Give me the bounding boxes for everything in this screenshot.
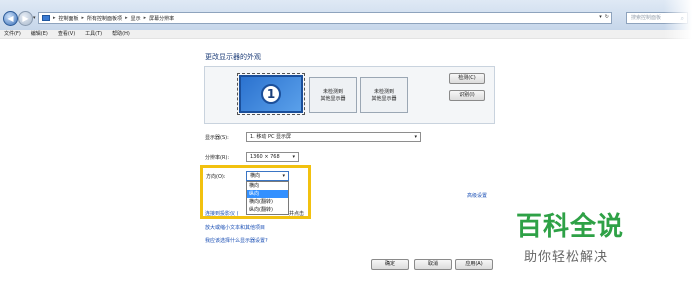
- page-title: 更改显示器的外观: [205, 53, 261, 61]
- which-settings-link[interactable]: 我应该选择什么显示器设置?: [205, 237, 268, 244]
- bigger-text-link[interactable]: 放大或缩小文本和其他项目: [205, 224, 265, 231]
- menu-tools[interactable]: 工具(T): [85, 30, 102, 38]
- address-dropdown-icon[interactable]: ▾: [599, 14, 602, 20]
- chevron-right-icon: ▸: [53, 15, 56, 21]
- refresh-icon[interactable]: ↻: [605, 14, 609, 20]
- watermark-slogan: 助你轻松解决: [524, 250, 609, 265]
- forward-button[interactable]: ▶: [18, 11, 33, 26]
- breadcrumb-display[interactable]: 显示: [131, 15, 141, 22]
- monitor-1[interactable]: 1: [237, 73, 305, 115]
- menu-bar: 文件(F) 编辑(E) 查看(V) 工具(T) 帮助(H): [0, 30, 692, 39]
- dropdown-arrow-icon: ▾: [414, 134, 417, 140]
- chevron-right-icon: ▸: [125, 15, 128, 21]
- search-placeholder: 搜索控制面板: [631, 15, 662, 21]
- address-bar[interactable]: ▸ 控制面板 ▸ 所有控制面板项 ▸ 显示 ▸ 屏幕分辨率 ▾ ↻: [38, 12, 612, 24]
- monitor-preview: 1 未检测到 其他显示器 未检测到 其他显示器 检测(C) 识别(I): [204, 66, 495, 124]
- breadcrumb-all-items[interactable]: 所有控制面板项: [87, 15, 122, 22]
- breadcrumb-control-panel[interactable]: 控制面板: [59, 15, 79, 22]
- connect-projector-link[interactable]: 连接到投影仪 (: [205, 210, 239, 217]
- apply-button[interactable]: 应用(A): [455, 259, 493, 270]
- monitor-number: 1: [261, 84, 281, 104]
- breadcrumb-screen-resolution[interactable]: 屏幕分辨率: [149, 15, 174, 22]
- connect-projector-hint: 并点击: [289, 211, 305, 217]
- chevron-right-icon: ▸: [143, 15, 147, 21]
- resolution-label: 分辨率(R):: [205, 155, 230, 161]
- display-label: 显示器(S):: [205, 135, 229, 141]
- dropdown-arrow-icon: ▾: [292, 154, 295, 160]
- advanced-settings-link[interactable]: 高级设置: [467, 192, 487, 199]
- right-edge-fade: [664, 0, 692, 299]
- monitor-label: 未检测到 其他显示器: [320, 89, 346, 102]
- menu-view[interactable]: 查看(V): [58, 30, 75, 38]
- detect-button[interactable]: 检测(C): [449, 73, 485, 84]
- recent-pages-dropdown[interactable]: ▾: [33, 15, 36, 21]
- resolution-select[interactable]: 1360 × 768 ▾: [246, 152, 299, 162]
- ok-button[interactable]: 确定: [371, 259, 409, 270]
- display-select[interactable]: 1. 移动 PC 显示屏 ▾: [246, 132, 421, 142]
- menu-edit[interactable]: 编辑(E): [31, 30, 48, 38]
- cancel-button[interactable]: 取消: [414, 259, 452, 270]
- identify-button[interactable]: 识别(I): [449, 90, 485, 101]
- monitor-undetected-2[interactable]: 未检测到 其他显示器: [360, 77, 408, 113]
- watermark-brand: 百科全说: [516, 212, 625, 242]
- control-panel-icon: [42, 15, 50, 21]
- title-bar: ◀ ▶ ▾ ▸ 控制面板 ▸ 所有控制面板项 ▸ 显示 ▸ 屏幕分辨率 ▾ ↻ …: [0, 0, 692, 30]
- chevron-right-icon: ▸: [81, 15, 85, 21]
- resolution-value: 1360 × 768: [250, 154, 280, 160]
- menu-file[interactable]: 文件(F): [4, 30, 21, 38]
- display-value: 1. 移动 PC 显示屏: [250, 134, 292, 140]
- back-button[interactable]: ◀: [3, 11, 18, 26]
- menu-help[interactable]: 帮助(H): [112, 30, 130, 38]
- monitor-label: 未检测到 其他显示器: [371, 89, 397, 102]
- monitor-undetected-1[interactable]: 未检测到 其他显示器: [309, 77, 357, 113]
